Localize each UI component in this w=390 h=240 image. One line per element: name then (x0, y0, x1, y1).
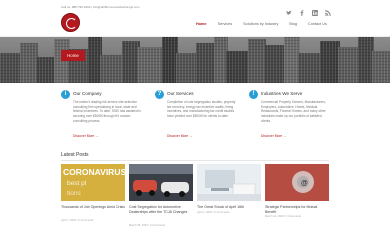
service-title: Our Company (73, 91, 102, 96)
nav-contact-us[interactable]: Contact Us (308, 22, 327, 26)
info-icon: i (61, 90, 70, 99)
post-title[interactable]: The Great Shock of April 16th (197, 205, 261, 210)
facebook-icon[interactable] (299, 3, 305, 16)
service-description: Completion of cost segregation studies, … (167, 100, 236, 119)
skyline-building (338, 47, 360, 83)
logo-mark (66, 18, 77, 29)
post-title[interactable]: Thousands of Job Openings Amid Crisis (61, 205, 125, 210)
post-title[interactable]: Strategic Partnerships for Mutual Benefi… (265, 205, 329, 214)
post-thumbnail-desk[interactable] (197, 164, 261, 201)
skyline-building (138, 47, 164, 83)
skyline-building (298, 53, 322, 83)
question-icon: ? (155, 90, 164, 99)
page: Call us: 888-795-9494 | info@ahl8connect… (0, 0, 390, 240)
service-description: The nation's leading full-service site-s… (73, 100, 141, 123)
rss-icon[interactable] (325, 3, 331, 16)
alert-icon: ! (249, 90, 258, 99)
social-links (286, 3, 331, 16)
hero-banner (0, 37, 390, 83)
discover-more-link[interactable]: Discover More → (167, 134, 192, 138)
twitter-icon[interactable] (286, 3, 292, 15)
skyline-building (36, 57, 56, 83)
services-section: i Our Company The nation's leading full-… (61, 90, 329, 146)
skyline-building (226, 51, 250, 83)
post-thumbnail-partnership[interactable]: @ (265, 164, 329, 201)
skyline-building (372, 51, 390, 83)
contact-info: Call us: 888-795-9494 | info@ahl8connect… (61, 5, 140, 9)
skyline-building (264, 45, 286, 83)
post-thumbnail-dealership[interactable] (129, 164, 193, 201)
skyline-building (320, 41, 340, 83)
svg-text:@: @ (301, 180, 308, 187)
svg-text:best pl: best pl (67, 180, 87, 187)
discover-more-link[interactable]: Discover More → (73, 134, 98, 138)
post-meta: March 25, 2020 / 0 Comments (129, 224, 166, 227)
skyline-building (176, 53, 198, 83)
svg-text:tions: tions (67, 190, 81, 197)
brand-logo[interactable] (61, 13, 80, 32)
page-title: Home (61, 50, 85, 61)
site-header: Call us: 888-795-9494 | info@ahl8connect… (0, 0, 390, 37)
skyline-building (0, 53, 22, 83)
skyline-building (100, 55, 124, 83)
post-thumbnail-coronavirus[interactable]: CORONAVIRUS best pl tions (61, 164, 125, 201)
discover-more-link[interactable]: Discover More → (261, 134, 286, 138)
main-nav: Home Services Solutions by Industry Blog… (196, 22, 327, 26)
post-meta: April 7, 2020 / 0 Comments (61, 219, 94, 222)
post-meta: April 1, 2020 / 0 Comments (197, 211, 230, 214)
post-title[interactable]: Cost Segregation for Automotive Dealersh… (129, 205, 193, 214)
service-title: Our Services (167, 91, 194, 96)
linkedin-icon[interactable] (312, 3, 318, 16)
service-description: Commercial Property Owners, Manufacturer… (261, 100, 326, 123)
nav-solutions-by-industry[interactable]: Solutions by Industry (243, 22, 278, 26)
service-title: Industries We Serve (261, 91, 303, 96)
post-image-text: CORONAVIRUS (63, 167, 125, 177)
latest-posts-heading: Latest Posts (61, 152, 89, 158)
post-meta: March 11, 2020 / 0 Comments (265, 215, 301, 218)
section-divider (61, 160, 329, 161)
nav-blog[interactable]: Blog (289, 22, 297, 26)
nav-home[interactable]: Home (196, 22, 207, 26)
skyline-building (196, 43, 216, 83)
nav-services[interactable]: Services (218, 22, 233, 26)
